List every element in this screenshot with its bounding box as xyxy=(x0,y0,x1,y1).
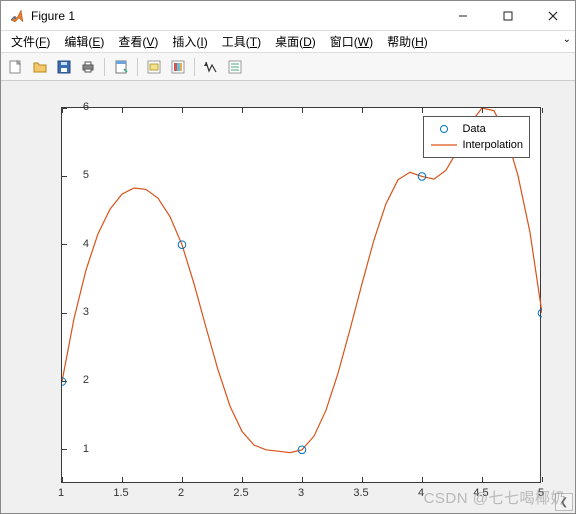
save-icon[interactable] xyxy=(53,56,75,78)
plot-canvas xyxy=(62,108,542,484)
menubar-more-icon[interactable]: ⌄ xyxy=(563,34,571,45)
menubar: 文件(F)编辑(E)查看(V)插入(I)工具(T)桌面(D)窗口(W)帮助(H)… xyxy=(1,31,575,53)
figure-window: Figure 1 文件(F)编辑(E)查看(V)插入(I)工具(T)桌面(D)窗… xyxy=(0,0,576,514)
xtick-label: 3.5 xyxy=(353,487,368,499)
legend-entry-data[interactable]: Data xyxy=(430,121,523,137)
xtick-label: 1 xyxy=(58,487,64,499)
print-icon[interactable] xyxy=(77,56,99,78)
toolbar-separator xyxy=(137,58,138,76)
menu-i[interactable]: 插入(I) xyxy=(166,31,213,52)
menu-d[interactable]: 桌面(D) xyxy=(269,31,322,52)
legend[interactable]: Data Interpolation xyxy=(423,116,530,158)
titlebar: Figure 1 xyxy=(1,1,575,31)
menu-f[interactable]: 文件(F) xyxy=(5,31,56,52)
edit-plot-icon[interactable] xyxy=(200,56,222,78)
close-button[interactable] xyxy=(530,1,575,31)
menu-e[interactable]: 编辑(E) xyxy=(58,31,110,52)
toolbar-separator xyxy=(194,58,195,76)
toolbar-separator xyxy=(104,58,105,76)
axes[interactable]: Data Interpolation xyxy=(61,107,541,483)
open-icon[interactable] xyxy=(29,56,51,78)
plot-area: Data Interpolation ❮ 1 2 3 4 5 6 1 1.5 2 2.5 3 3.5 4… xyxy=(1,81,575,513)
ytick-label: 6 xyxy=(59,101,89,113)
data-cursor-icon[interactable] xyxy=(224,56,246,78)
xtick-label: 3 xyxy=(298,487,304,499)
legend-label: Interpolation xyxy=(462,139,523,151)
matlab-icon xyxy=(9,8,25,24)
menu-t[interactable]: 工具(T) xyxy=(216,31,267,52)
insert-colorbar-icon[interactable] xyxy=(167,56,189,78)
menu-w[interactable]: 窗口(W) xyxy=(324,31,379,52)
link-plot-icon[interactable] xyxy=(143,56,165,78)
data-marker-icon xyxy=(430,123,458,135)
xtick-label: 2 xyxy=(178,487,184,499)
xtick-label: 5 xyxy=(538,487,544,499)
ytick-label: 3 xyxy=(59,306,89,318)
menu-h[interactable]: 帮助(H) xyxy=(381,31,434,52)
legend-label: Data xyxy=(462,123,485,135)
toolbar xyxy=(1,53,575,81)
ytick-label: 4 xyxy=(59,238,89,250)
ytick-label: 2 xyxy=(59,374,89,386)
xtick-label: 4.5 xyxy=(473,487,488,499)
ytick-label: 1 xyxy=(59,443,89,455)
line-swatch-icon xyxy=(430,139,458,151)
xtick-label: 1.5 xyxy=(113,487,128,499)
minimize-button[interactable] xyxy=(440,1,485,31)
xtick-label: 2.5 xyxy=(233,487,248,499)
ytick-label: 5 xyxy=(59,169,89,181)
menu-v[interactable]: 查看(V) xyxy=(112,31,164,52)
new-figure-icon[interactable] xyxy=(5,56,27,78)
maximize-button[interactable] xyxy=(485,1,530,31)
legend-entry-interp[interactable]: Interpolation xyxy=(430,137,523,153)
interpolation-line xyxy=(62,108,542,453)
scroll-hint-icon[interactable]: ❮ xyxy=(555,493,573,511)
window-title: Figure 1 xyxy=(31,9,75,23)
page-setup-icon[interactable] xyxy=(110,56,132,78)
xtick-label: 4 xyxy=(418,487,424,499)
